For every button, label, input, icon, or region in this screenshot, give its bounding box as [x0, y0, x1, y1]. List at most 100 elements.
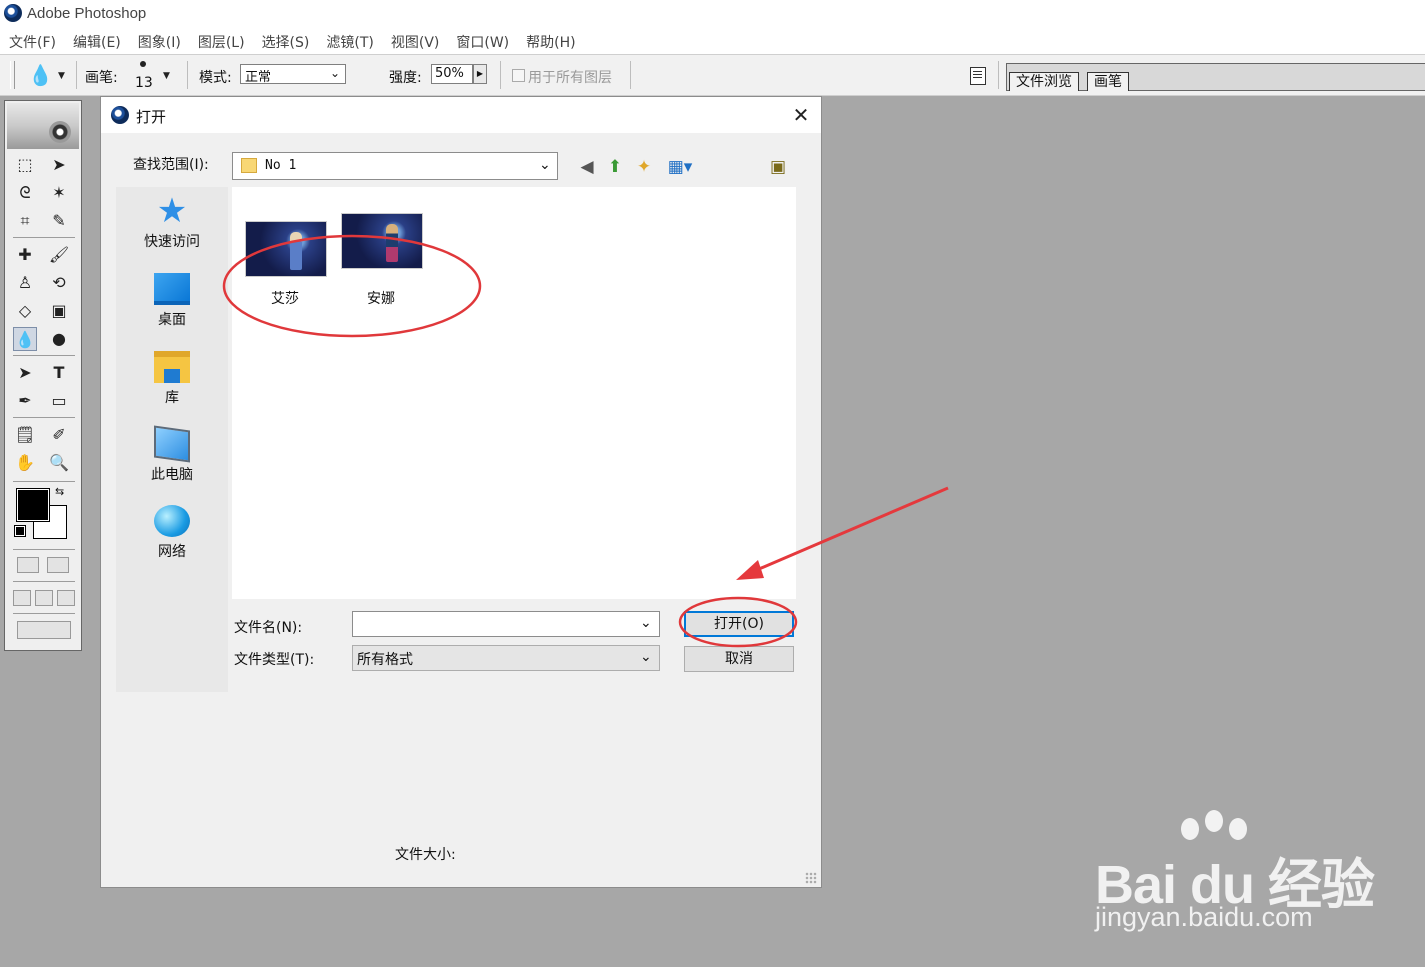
menu-layer[interactable]: 图层(L) — [189, 28, 253, 54]
image-thumbnail-elsa[interactable] — [245, 221, 327, 277]
zoom-tool-icon[interactable]: 🔍 — [47, 451, 71, 475]
marquee-tool-icon[interactable]: ⬚ — [13, 153, 37, 177]
notes-tool-icon[interactable]: 🗒 — [13, 423, 37, 447]
path-selection-tool-icon[interactable]: ➤ — [13, 361, 37, 385]
new-folder-icon[interactable]: ✦ — [633, 157, 655, 177]
eraser-tool-icon[interactable]: ◇ — [13, 299, 37, 323]
file-type-label: 文件类型(T): — [234, 652, 315, 668]
file-name-label[interactable]: 安娜 — [341, 288, 421, 308]
places-bar: ★ 快速访问 桌面 库 此电脑 网络 — [116, 187, 228, 692]
toolbox-separator — [13, 481, 75, 482]
full-screen-mode-icon[interactable] — [57, 590, 75, 606]
library-icon — [154, 351, 190, 383]
place-libraries[interactable]: 库 — [116, 351, 228, 407]
clone-stamp-tool-icon[interactable]: ♙ — [13, 271, 37, 295]
strength-input[interactable]: 50% — [431, 64, 473, 84]
mode-value: 正常 — [245, 70, 272, 85]
separator — [630, 61, 631, 89]
chevron-down-icon: ⌄ — [640, 649, 652, 665]
type-tool-icon[interactable]: T — [47, 361, 71, 385]
standard-screen-mode-icon[interactable] — [13, 590, 31, 606]
menu-file[interactable]: 文件(F) — [0, 28, 64, 54]
eyedropper-tool-icon[interactable]: ✐ — [47, 423, 71, 447]
close-icon[interactable]: ✕ — [789, 103, 813, 127]
dodge-tool-icon[interactable]: ● — [47, 327, 71, 351]
preset-dropdown-arrow-icon[interactable]: ▼ — [58, 71, 65, 81]
menu-view[interactable]: 视图(V) — [382, 28, 448, 54]
separator — [500, 61, 501, 89]
menu-window[interactable]: 窗口(W) — [447, 28, 517, 54]
brush-tool-icon[interactable]: 🖌 — [47, 243, 71, 267]
magic-wand-tool-icon[interactable]: ✶ — [47, 181, 71, 205]
folder-star-icon[interactable]: ▣ — [767, 157, 789, 177]
file-size-label: 文件大小: — [395, 847, 456, 863]
baidu-jingyan-watermark: Bai du 经验 jingyan.baidu.com — [1085, 800, 1385, 950]
quick-mask-mode-icon[interactable] — [47, 557, 69, 573]
watermark-url: jingyan.baidu.com — [1095, 902, 1313, 932]
menu-select[interactable]: 选择(S) — [253, 28, 318, 54]
move-tool-icon[interactable]: ➤ — [47, 153, 71, 177]
back-icon[interactable]: ◀ — [576, 157, 598, 177]
file-type-select[interactable]: 所有格式 ⌄ — [352, 645, 660, 671]
place-desktop[interactable]: 桌面 — [116, 273, 228, 329]
strength-slider-arrow-icon[interactable]: ▶ — [473, 64, 487, 84]
place-quick-access[interactable]: ★ 快速访问 — [116, 194, 228, 251]
toolbox-header-logo[interactable] — [7, 103, 79, 149]
place-network[interactable]: 网络 — [116, 505, 228, 561]
open-button[interactable]: 打开(O) — [684, 611, 794, 637]
place-this-pc[interactable]: 此电脑 — [116, 425, 228, 484]
file-name-input[interactable]: ⌄ — [352, 611, 660, 637]
gradient-tool-icon[interactable]: ▣ — [47, 299, 71, 323]
strength-label: 强度: — [389, 70, 422, 86]
up-folder-icon[interactable]: ⬆ — [604, 157, 626, 177]
image-thumbnail-anna[interactable] — [341, 213, 423, 269]
lasso-tool-icon[interactable]: ᘓ — [13, 181, 37, 205]
foreground-color-swatch[interactable] — [16, 488, 50, 522]
hand-tool-icon[interactable]: ✋ — [13, 451, 37, 475]
app-title-bar: Adobe Photoshop — [0, 0, 1425, 28]
standard-mode-icon[interactable] — [17, 557, 39, 573]
computer-icon — [154, 425, 190, 463]
view-menu-icon[interactable]: ▦▾ — [663, 157, 697, 177]
slice-tool-icon[interactable]: ✎ — [47, 209, 71, 233]
menu-image[interactable]: 图象(I) — [129, 28, 189, 54]
history-brush-tool-icon[interactable]: ⟲ — [47, 271, 71, 295]
mode-select[interactable]: 正常 ⌄ — [240, 64, 346, 85]
jump-to-imageready-icon[interactable] — [17, 621, 71, 639]
blur-tool-preset-icon[interactable]: 💧 — [28, 63, 53, 87]
tab-brushes[interactable]: 画笔 — [1087, 72, 1129, 91]
network-globe-icon — [154, 505, 190, 537]
brush-dropdown-arrow-icon[interactable]: ▼ — [163, 71, 170, 81]
look-in-dropdown[interactable]: No 1 ⌄ — [232, 152, 558, 180]
options-bar-grip[interactable] — [10, 61, 15, 89]
file-list: 艾莎 安娜 — [232, 187, 796, 599]
brush-tip-icon[interactable] — [140, 61, 146, 67]
menu-edit[interactable]: 编辑(E) — [64, 28, 129, 54]
tab-file-browser[interactable]: 文件浏览 — [1009, 72, 1079, 91]
use-all-layers-checkbox[interactable] — [512, 69, 525, 82]
default-colors-icon[interactable] — [14, 525, 26, 537]
place-label: 库 — [165, 390, 179, 406]
chevron-down-icon[interactable]: ⌄ — [640, 615, 652, 631]
menu-help[interactable]: 帮助(H) — [517, 28, 583, 54]
rectangle-tool-icon[interactable]: ▭ — [47, 389, 71, 413]
palette-menu-icon[interactable] — [970, 67, 986, 85]
photoshop-app-icon — [4, 4, 22, 22]
toolbox-separator — [13, 355, 75, 356]
crop-tool-icon[interactable]: ⌗ — [13, 209, 37, 233]
use-all-layers-label: 用于所有图层 — [528, 70, 612, 86]
mode-label: 模式: — [199, 70, 232, 86]
pen-tool-icon[interactable]: ✒ — [13, 389, 37, 413]
cancel-button[interactable]: 取消 — [684, 646, 794, 672]
resize-grip-icon[interactable] — [805, 872, 817, 884]
palette-well: 文件浏览 画笔 — [1006, 63, 1425, 91]
brush-size-value[interactable]: 13 — [135, 75, 153, 91]
full-screen-menu-mode-icon[interactable] — [35, 590, 53, 606]
healing-brush-tool-icon[interactable]: ✚ — [13, 243, 37, 267]
place-label: 此电脑 — [151, 467, 193, 483]
menu-bar: 文件(F) 编辑(E) 图象(I) 图层(L) 选择(S) 滤镜(T) 视图(V… — [0, 28, 1425, 54]
file-name-label[interactable]: 艾莎 — [245, 288, 325, 308]
swap-colors-icon[interactable]: ⇆ — [55, 485, 64, 498]
menu-filter[interactable]: 滤镜(T) — [317, 28, 381, 54]
blur-tool-icon[interactable]: 💧 — [13, 327, 37, 351]
